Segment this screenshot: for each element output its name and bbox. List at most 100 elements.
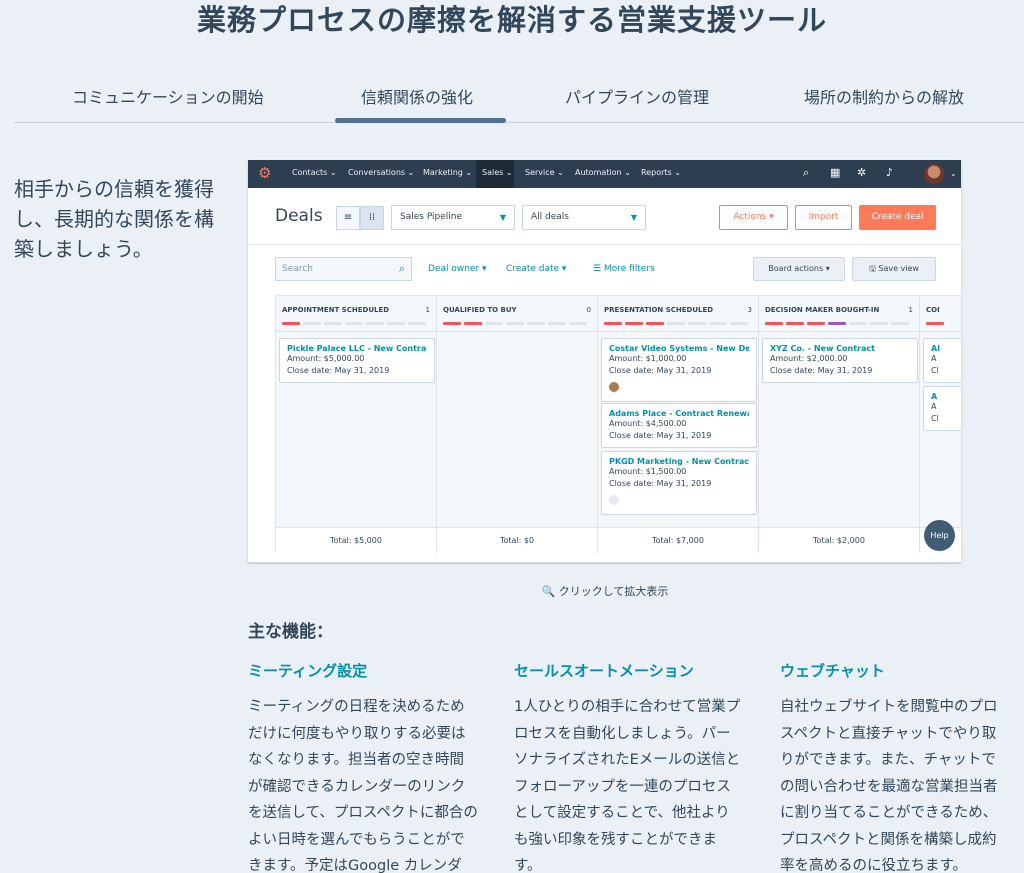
deal-close-date: Close date: May 31, 2019 [609,431,712,440]
nav-sales[interactable]: Sales ⌄ [476,160,514,188]
nav-marketing[interactable]: Marketing ⌄ [423,168,472,177]
deal-name[interactable]: XYZ Co. - New Contract [770,344,910,353]
pipeline-select-label: Sales Pipeline [400,212,463,222]
deal-card[interactable]: XYZ Co. - New Contract Amount: $2,000.00… [762,338,918,383]
tab-location-freedom[interactable]: 場所の制約からの解放 [804,84,964,108]
feature-body: 自社ウェブサイトを閲覧中のプロスペクトと直接チャットでやり取りができます。また、… [780,699,998,873]
feature-sales-automation: セールスオートメーション 1人ひとりの相手に合わせて営業プロセスを自動化しましょ… [514,660,744,873]
column-header: PRESENTATION SCHEDULED 3 [598,296,758,332]
deals-filter-select[interactable]: All deals ▼ [522,205,646,230]
crm-screenshot[interactable]: ⚙ Contacts ⌄ Conversations ⌄ Marketing ⌄… [248,160,961,562]
column-header: QUALIFIED TO BUY 0 [437,296,597,332]
actions-button[interactable]: Actions ▾ [719,205,788,230]
import-button[interactable]: Import [795,205,852,230]
deal-amount: Amount: $5,000.00 [287,354,365,363]
more-filters-button[interactable]: ☰ More filters [593,264,655,274]
deal-close-date: Close date: May 31, 2019 [609,366,712,375]
board-actions-button[interactable]: Board actions ▾ [753,257,845,281]
board-column: QUALIFIED TO BUY 0 Total: $0 [437,296,598,553]
column-name: PRESENTATION SCHEDULED [604,306,714,314]
crm-nav-bar: ⚙ Contacts ⌄ Conversations ⌄ Marketing ⌄… [248,160,961,188]
zoom-caption[interactable]: 🔍 クリックして拡大表示 [0,583,1024,599]
deal-name[interactable]: Adams Place - Contract Renewal [609,409,749,418]
avatar[interactable] [924,164,944,184]
tab-pipeline-management[interactable]: パイプラインの管理 [565,84,709,108]
active-tab-indicator [335,118,506,123]
nav-conversations[interactable]: Conversations ⌄ [348,168,414,177]
column-header: DECISION MAKER BOUGHT-IN 1 [759,296,919,332]
feature-tabs: コミュニケーションの開始 信頼関係の強化 パイプラインの管理 場所の制約からの解… [14,76,1024,123]
chevron-down-icon[interactable]: ⌄ [950,169,957,178]
stage-progress [604,322,748,325]
tab-communication-start[interactable]: コミュニケーションの開始 [72,84,264,108]
column-total: Total: $5,000 [276,527,436,553]
stage-progress [765,322,909,325]
column-total: Total: $0 [437,527,597,553]
list-view-button[interactable]: ≡ [336,206,360,230]
column-name: QUALIFIED TO BUY [443,306,517,314]
search-input[interactable]: Search ⌕ [275,257,412,281]
deal-amount: Amount: $1,500.00 [609,467,687,476]
stage-progress [282,322,426,325]
deal-amount: Amount: $4,500.00 [609,419,687,428]
deal-close-date: Close date: May 31, 2019 [287,366,390,375]
owner-avatar [609,382,619,392]
deal-amount: Amount: $2,000.00 [770,354,848,363]
deal-owner-filter[interactable]: Deal owner ▾ [428,264,487,274]
deal-close-date: Close date: May 31, 2019 [609,479,712,488]
deal-amount: A [931,354,937,363]
caret-down-icon: ▼ [630,213,637,222]
column-name: COI [926,306,940,314]
notifications-icon[interactable]: ♪ [886,166,893,179]
create-date-filter[interactable]: Create date ▾ [506,264,566,274]
column-count: 1 [425,306,430,314]
feature-web-chat: ウェブチャット 自社ウェブサイトを閲覧中のプロスペクトと直接チャットでやり取りが… [780,660,1010,873]
deal-name[interactable]: Pickle Palace LLC - New Contract [287,344,427,353]
deal-card[interactable]: Adams Place - Contract Renewal Amount: $… [601,403,757,448]
deal-name[interactable]: PKGD Marketing - New Contract [609,457,749,466]
hubspot-logo-icon[interactable]: ⚙ [258,164,276,182]
screenshot-edge [248,562,961,564]
settings-icon[interactable]: ✲ [857,166,866,179]
deal-close-date: Close date: May 31, 2019 [770,366,873,375]
deal-card[interactable]: Costar Video Systems - New Deal Amount: … [601,338,757,402]
deal-amount: A [931,402,937,411]
deal-name[interactable]: Costar Video Systems - New Deal [609,344,749,353]
lead-text: 相手からの信頼を獲得し、長期的な関係を構築しましょう。 [14,177,214,261]
deal-close-date: Cl [931,414,939,423]
column-name: DECISION MAKER BOUGHT-IN [765,306,880,314]
feature-title: ミーティング設定 [248,662,368,680]
feature-body: 1人ひとりの相手に合わせて営業プロセスを自動化しましょう。パーソナライズされたE… [514,699,741,873]
create-deal-button[interactable]: Create deal [859,205,936,230]
nav-service[interactable]: Service ⌄ [525,168,564,177]
features-heading: 主な機能： [248,622,333,642]
deal-card[interactable]: PKGD Marketing - New Contract Amount: $1… [601,451,757,515]
marketplace-icon[interactable]: ▦ [830,166,840,179]
search-placeholder: Search [282,264,313,274]
tab-trust-building[interactable]: 信頼関係の強化 [361,84,473,108]
feature-meetings: ミーティング設定 ミーティングの日程を決めるためだけに何度もやり取りする必要はな… [248,660,478,873]
owner-avatar [609,495,619,505]
nav-reports[interactable]: Reports ⌄ [641,168,681,177]
deal-card[interactable]: A A Cl [923,386,961,431]
feature-title: ウェブチャット [780,662,885,680]
board-column: PRESENTATION SCHEDULED 3 Costar Video Sy… [598,296,759,553]
pipeline-select[interactable]: Sales Pipeline ▼ [391,205,515,230]
nav-contacts[interactable]: Contacts ⌄ [292,168,337,177]
nav-automation[interactable]: Automation ⌄ [575,168,631,177]
search-icon: ⌕ [398,262,405,275]
search-icon[interactable]: ⌕ [803,166,809,180]
board-view-button[interactable]: ⁞⁞ [360,206,384,230]
deals-heading: Deals [275,206,323,226]
save-view-button[interactable]: 🖫 Save view [852,257,936,281]
column-count: 3 [747,306,752,314]
column-total: Total: $7,000 [598,527,758,553]
deal-card[interactable]: Al A Cl [923,338,961,383]
column-count: 1 [908,306,913,314]
deal-card[interactable]: Pickle Palace LLC - New Contract Amount:… [279,338,435,383]
board-column: DECISION MAKER BOUGHT-IN 1 XYZ Co. - New… [759,296,920,553]
deals-filter-label: All deals [531,212,569,222]
help-button[interactable]: Help [924,520,955,551]
deal-name[interactable]: A [931,392,961,401]
deal-name[interactable]: Al [931,344,961,353]
